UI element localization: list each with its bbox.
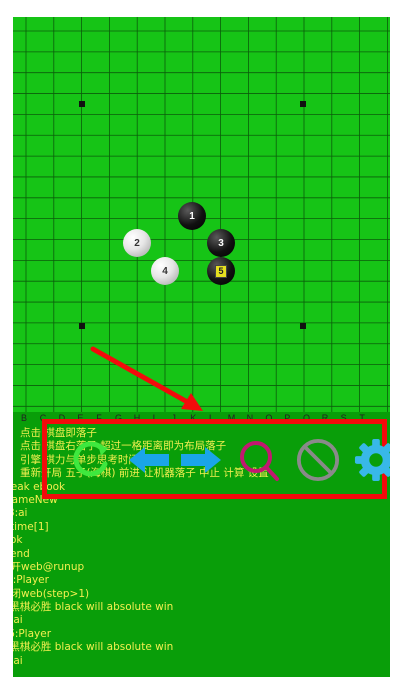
stone-number: 4: [162, 265, 168, 277]
app-screen: 1 2 3 4 5 BCDEFGHIJKLMNOPQRST 点击 棋盘即落子 点…: [13, 17, 390, 677]
undo-button[interactable]: [127, 438, 171, 482]
settings-button[interactable]: [354, 438, 390, 482]
toolbar-highlight: [42, 419, 390, 499]
settings-gear-icon: [354, 438, 390, 482]
stone-number: 1: [189, 210, 195, 222]
log-line: e:time[1]: [13, 520, 49, 533]
search-icon: [240, 441, 279, 481]
refresh-icon: [73, 441, 108, 477]
stop-icon: [296, 438, 340, 482]
log-line: F7:Player: [13, 574, 49, 587]
redo-arrow-icon: [181, 447, 221, 473]
stop-button[interactable]: [296, 438, 340, 482]
stone-number: 3: [218, 237, 224, 249]
board-stone: 5: [207, 257, 235, 285]
log-line: I6:ai: [13, 654, 23, 667]
star-point: [79, 101, 85, 107]
board-stone: 1: [178, 202, 206, 230]
stone-number: 2: [134, 237, 140, 249]
log-line: 打开web@runup: [13, 560, 85, 573]
log-line: 关闭web(step>1): [13, 587, 90, 600]
board-stone: 2: [123, 229, 151, 257]
redo-button[interactable]: [179, 438, 223, 482]
log-line: k 黑棋必胜 black will absolute win: [13, 601, 174, 614]
log-line: k 黑棋必胜 black will absolute win: [13, 641, 174, 654]
column-label: B: [21, 413, 28, 423]
star-point: [300, 323, 306, 329]
log-line: e:ok: [13, 534, 23, 547]
board-stone: 3: [207, 229, 235, 257]
undo-arrow-icon: [129, 447, 169, 473]
gomoku-board[interactable]: 1 2 3 4 5: [13, 17, 390, 412]
board-stone: 4: [151, 257, 179, 285]
log-line: G6:Player: [13, 627, 52, 640]
log-line: H8:ai: [13, 507, 28, 520]
last-move-marker: 5: [215, 264, 227, 278]
search-button[interactable]: [237, 438, 281, 482]
log-line: e:end: [13, 547, 30, 560]
log-line: I7:ai: [13, 614, 23, 627]
refresh-button[interactable]: [69, 438, 113, 482]
star-point: [300, 101, 306, 107]
star-point: [79, 323, 85, 329]
